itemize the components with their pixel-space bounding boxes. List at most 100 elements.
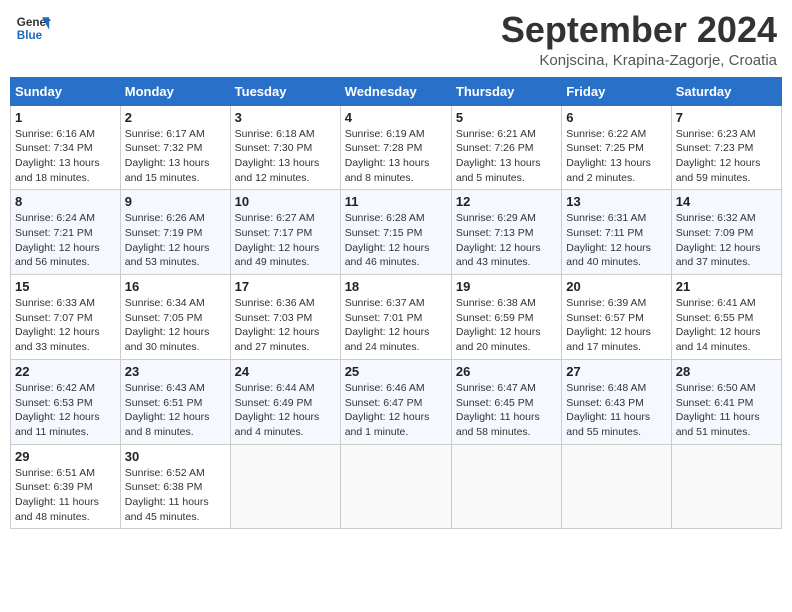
day-of-week-header: Thursday (451, 77, 561, 105)
logo-icon: General Blue (15, 10, 51, 46)
calendar-day-cell (451, 444, 561, 529)
calendar-table: SundayMondayTuesdayWednesdayThursdayFrid… (10, 77, 782, 530)
calendar-day-cell: 21 Sunrise: 6:41 AM Sunset: 6:55 PM Dayli… (671, 275, 781, 360)
day-number: 24 (235, 364, 336, 379)
day-info: Sunrise: 6:39 AM Sunset: 6:57 PM Dayligh… (566, 296, 666, 355)
day-number: 5 (456, 110, 557, 125)
day-number: 12 (456, 194, 557, 209)
day-number: 13 (566, 194, 666, 209)
day-number: 23 (125, 364, 226, 379)
calendar-day-cell: 13 Sunrise: 6:31 AM Sunset: 7:11 PM Dayli… (562, 190, 671, 275)
day-number: 4 (345, 110, 447, 125)
calendar-day-cell: 19 Sunrise: 6:38 AM Sunset: 6:59 PM Dayli… (451, 275, 561, 360)
day-info: Sunrise: 6:34 AM Sunset: 7:05 PM Dayligh… (125, 296, 226, 355)
calendar-day-cell: 5 Sunrise: 6:21 AM Sunset: 7:26 PM Daylig… (451, 105, 561, 190)
calendar-day-cell: 23 Sunrise: 6:43 AM Sunset: 6:51 PM Dayli… (120, 359, 230, 444)
location: Konjscina, Krapina-Zagorje, Croatia (501, 52, 777, 69)
calendar-week-row: 1 Sunrise: 6:16 AM Sunset: 7:34 PM Daylig… (11, 105, 782, 190)
calendar-day-cell (562, 444, 671, 529)
calendar-day-cell: 4 Sunrise: 6:19 AM Sunset: 7:28 PM Daylig… (340, 105, 451, 190)
day-number: 26 (456, 364, 557, 379)
calendar-day-cell: 18Sunrise: 6:37 AM Sunset: 7:01 PM Dayli… (340, 275, 451, 360)
calendar-day-cell: 12 Sunrise: 6:29 AM Sunset: 7:13 PM Dayli… (451, 190, 561, 275)
day-number: 9 (125, 194, 226, 209)
day-number: 19 (456, 279, 557, 294)
calendar-day-cell: 9Sunrise: 6:26 AM Sunset: 7:19 PM Daylig… (120, 190, 230, 275)
day-number: 20 (566, 279, 666, 294)
day-number: 2 (125, 110, 226, 125)
day-info: Sunrise: 6:47 AM Sunset: 6:45 PM Dayligh… (456, 381, 557, 440)
calendar-week-row: 22Sunrise: 6:42 AM Sunset: 6:53 PM Dayli… (11, 359, 782, 444)
calendar-day-cell: 16 Sunrise: 6:34 AM Sunset: 7:05 PM Dayli… (120, 275, 230, 360)
calendar-day-cell: 25 Sunrise: 6:46 AM Sunset: 6:47 PM Dayli… (340, 359, 451, 444)
day-number: 30 (125, 449, 226, 464)
calendar-day-cell: 2Sunrise: 6:17 AM Sunset: 7:32 PM Daylig… (120, 105, 230, 190)
calendar-day-cell: 6 Sunrise: 6:22 AM Sunset: 7:25 PM Daylig… (562, 105, 671, 190)
day-number: 1 (15, 110, 116, 125)
calendar-day-cell: 28 Sunrise: 6:50 AM Sunset: 6:41 PM Dayli… (671, 359, 781, 444)
day-number: 16 (125, 279, 226, 294)
calendar-day-cell: 7Sunrise: 6:23 AM Sunset: 7:23 PM Daylig… (671, 105, 781, 190)
day-number: 17 (235, 279, 336, 294)
day-info: Sunrise: 6:43 AM Sunset: 6:51 PM Dayligh… (125, 381, 226, 440)
calendar-week-row: 15 Sunrise: 6:33 AM Sunset: 7:07 PM Dayli… (11, 275, 782, 360)
day-info: Sunrise: 6:16 AM Sunset: 7:34 PM Dayligh… (15, 127, 116, 186)
day-number: 14 (676, 194, 777, 209)
calendar-day-cell: 11 Sunrise: 6:28 AM Sunset: 7:15 PM Dayli… (340, 190, 451, 275)
day-number: 11 (345, 194, 447, 209)
day-info: Sunrise: 6:27 AM Sunset: 7:17 PM Dayligh… (235, 211, 336, 270)
day-number: 6 (566, 110, 666, 125)
calendar-day-cell: 30 Sunrise: 6:52 AM Sunset: 6:38 PM Dayli… (120, 444, 230, 529)
day-info: Sunrise: 6:24 AM Sunset: 7:21 PM Dayligh… (15, 211, 116, 270)
day-number: 28 (676, 364, 777, 379)
day-number: 8 (15, 194, 116, 209)
calendar-body: 1 Sunrise: 6:16 AM Sunset: 7:34 PM Daylig… (11, 105, 782, 529)
calendar-day-cell: 14 Sunrise: 6:32 AM Sunset: 7:09 PM Dayli… (671, 190, 781, 275)
day-info: Sunrise: 6:23 AM Sunset: 7:23 PM Dayligh… (676, 127, 777, 186)
day-number: 10 (235, 194, 336, 209)
day-info: Sunrise: 6:19 AM Sunset: 7:28 PM Dayligh… (345, 127, 447, 186)
calendar-day-cell: 10 Sunrise: 6:27 AM Sunset: 7:17 PM Dayli… (230, 190, 340, 275)
calendar-day-cell: 1 Sunrise: 6:16 AM Sunset: 7:34 PM Daylig… (11, 105, 121, 190)
day-number: 15 (15, 279, 116, 294)
calendar-day-cell (230, 444, 340, 529)
day-info: Sunrise: 6:29 AM Sunset: 7:13 PM Dayligh… (456, 211, 557, 270)
day-info: Sunrise: 6:46 AM Sunset: 6:47 PM Dayligh… (345, 381, 447, 440)
day-info: Sunrise: 6:52 AM Sunset: 6:38 PM Dayligh… (125, 466, 226, 525)
title-block: September 2024 Konjscina, Krapina-Zagorj… (501, 10, 777, 69)
day-info: Sunrise: 6:22 AM Sunset: 7:25 PM Dayligh… (566, 127, 666, 186)
calendar-header: SundayMondayTuesdayWednesdayThursdayFrid… (11, 77, 782, 105)
calendar-day-cell: 8 Sunrise: 6:24 AM Sunset: 7:21 PM Daylig… (11, 190, 121, 275)
day-number: 3 (235, 110, 336, 125)
calendar-day-cell: 26 Sunrise: 6:47 AM Sunset: 6:45 PM Dayli… (451, 359, 561, 444)
day-info: Sunrise: 6:21 AM Sunset: 7:26 PM Dayligh… (456, 127, 557, 186)
day-number: 27 (566, 364, 666, 379)
day-of-week-header: Wednesday (340, 77, 451, 105)
calendar-week-row: 29Sunrise: 6:51 AM Sunset: 6:39 PM Dayli… (11, 444, 782, 529)
day-info: Sunrise: 6:28 AM Sunset: 7:15 PM Dayligh… (345, 211, 447, 270)
day-number: 25 (345, 364, 447, 379)
calendar-week-row: 8 Sunrise: 6:24 AM Sunset: 7:21 PM Daylig… (11, 190, 782, 275)
day-number: 29 (15, 449, 116, 464)
logo: General Blue (15, 10, 51, 46)
day-number: 21 (676, 279, 777, 294)
calendar-day-cell (671, 444, 781, 529)
calendar-day-cell: 15 Sunrise: 6:33 AM Sunset: 7:07 PM Dayli… (11, 275, 121, 360)
svg-text:Blue: Blue (17, 29, 43, 42)
day-of-week-header: Sunday (11, 77, 121, 105)
day-of-week-header: Monday (120, 77, 230, 105)
day-info: Sunrise: 6:33 AM Sunset: 7:07 PM Dayligh… (15, 296, 116, 355)
day-of-week-header: Tuesday (230, 77, 340, 105)
day-info: Sunrise: 6:32 AM Sunset: 7:09 PM Dayligh… (676, 211, 777, 270)
day-info: Sunrise: 6:41 AM Sunset: 6:55 PM Dayligh… (676, 296, 777, 355)
calendar-day-cell: 22Sunrise: 6:42 AM Sunset: 6:53 PM Dayli… (11, 359, 121, 444)
day-info: Sunrise: 6:44 AM Sunset: 6:49 PM Dayligh… (235, 381, 336, 440)
month-title: September 2024 (501, 10, 777, 50)
day-info: Sunrise: 6:38 AM Sunset: 6:59 PM Dayligh… (456, 296, 557, 355)
day-info: Sunrise: 6:48 AM Sunset: 6:43 PM Dayligh… (566, 381, 666, 440)
calendar-day-cell: 29Sunrise: 6:51 AM Sunset: 6:39 PM Dayli… (11, 444, 121, 529)
calendar-day-cell: 3Sunrise: 6:18 AM Sunset: 7:30 PM Daylig… (230, 105, 340, 190)
day-info: Sunrise: 6:31 AM Sunset: 7:11 PM Dayligh… (566, 211, 666, 270)
day-info: Sunrise: 6:37 AM Sunset: 7:01 PM Dayligh… (345, 296, 447, 355)
day-info: Sunrise: 6:50 AM Sunset: 6:41 PM Dayligh… (676, 381, 777, 440)
